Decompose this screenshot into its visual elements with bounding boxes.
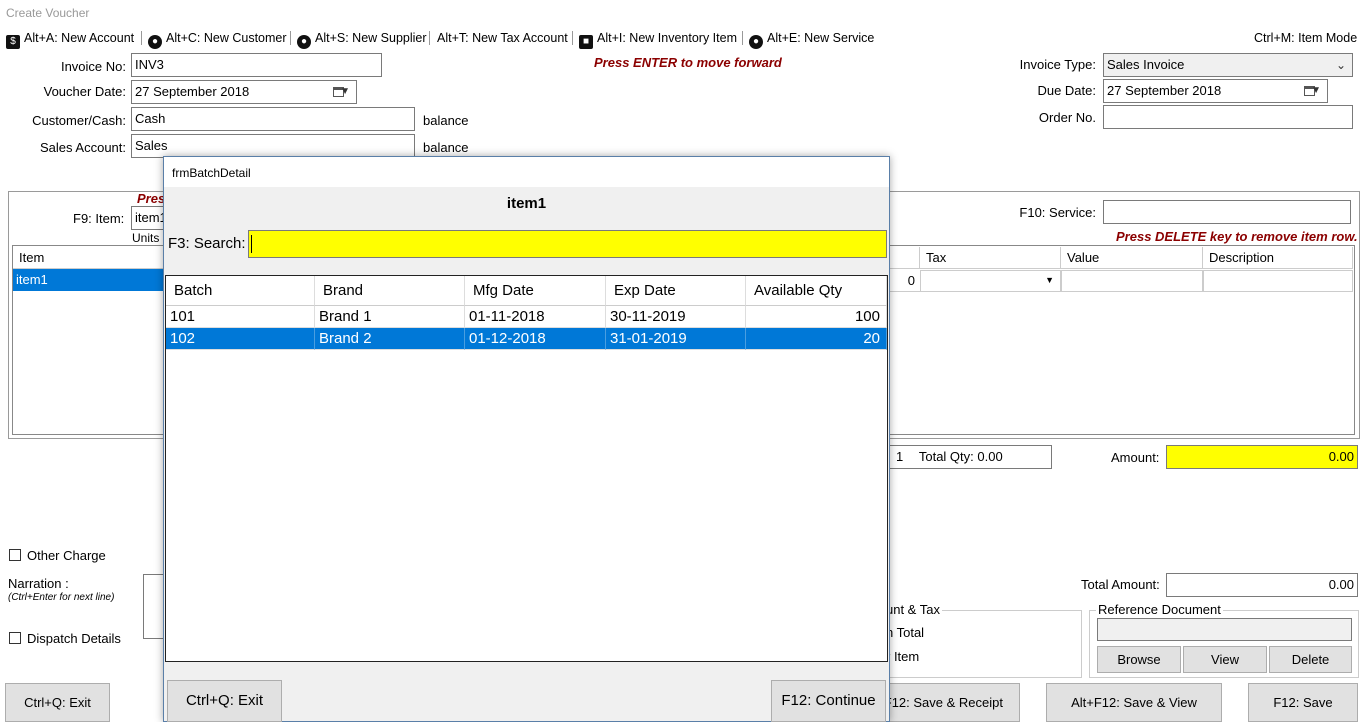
due-date-picker[interactable]: 27 September 2018 ▼ [1103,79,1328,103]
brand-cell: Brand 2 [315,328,465,350]
shortcut-bar: $ Alt+A: New Account ● Alt+C: New Customer… [0,28,1366,49]
customer-field[interactable]: Cash [131,107,415,131]
view-button[interactable]: View [1183,646,1267,673]
new-service-shortcut[interactable]: ● Alt+E: New Service [749,28,874,49]
customer-balance: balance [423,113,469,128]
qty-cell[interactable]: 0 [890,270,920,292]
enter-hint: Press ENTER to move forward [594,55,782,70]
exp-date-cell: 30-11-2019 [606,306,746,328]
chevron-down-icon: ▼ [1311,85,1321,96]
total-amount-field[interactable]: 0.00 [1166,573,1358,597]
mfg-date-cell: 01-12-2018 [465,328,606,350]
delete-hint: Press DELETE key to remove item row. [1116,229,1358,244]
dispatch-details-label: Dispatch Details [27,631,121,646]
dollar-icon: $ [6,35,20,49]
service-field[interactable] [1103,200,1351,224]
dialog-item-name: item1 [506,195,547,212]
service-label: F10: Service: [1019,205,1096,220]
sales-account-field[interactable]: Sales [131,134,415,158]
save-view-button[interactable]: Alt+F12: Save & View [1046,683,1222,722]
chevron-down-icon: ▼ [340,86,350,97]
item-mode-shortcut[interactable]: Ctrl+M: Item Mode [1254,28,1357,48]
save-receipt-button[interactable]: F12: Save & Receipt [880,683,1020,722]
invoice-type-label: Invoice Type: [1019,57,1096,72]
chevron-down-icon: ⌄ [1335,58,1346,72]
item-row-cell[interactable]: item1 [13,269,165,291]
sales-balance: balance [423,140,469,155]
qty-cell: 100 [746,306,887,328]
customer-icon: ● [148,35,162,49]
order-no-field[interactable] [1103,105,1353,129]
col-value: Value [1061,247,1203,269]
save-button[interactable]: F12: Save [1248,683,1358,722]
invoice-no-field[interactable]: INV3 [131,53,382,77]
new-tax-account-shortcut[interactable]: Alt+T: New Tax Account [437,28,568,48]
new-customer-shortcut[interactable]: ● Alt+C: New Customer [148,28,287,49]
narration-label: Narration : [8,576,69,591]
other-charge-label: Other Charge [27,548,106,563]
exp-date-cell: 31-01-2019 [606,328,746,350]
window-title: Create Voucher [0,0,1366,26]
dialog-continue-button[interactable]: F12: Continue [771,680,886,722]
sales-account-label: Sales Account: [40,140,126,155]
col-brand: Brand [315,276,465,306]
truck-icon: ■ [579,35,593,49]
total-qty-box: 1 Total Qty: 0.00 [888,445,1052,469]
supplier-icon: ● [297,35,311,49]
col-batch: Batch [166,276,315,306]
other-charge-checkbox[interactable] [9,549,21,561]
col-item: Item [13,247,165,269]
customer-label: Customer/Cash: [32,113,126,128]
value-cell[interactable] [1061,270,1203,292]
due-date-label: Due Date: [1037,83,1096,98]
chevron-down-icon: ▼ [1045,275,1054,285]
search-label: F3: Search: [168,235,246,252]
per-item-option[interactable]: r Item [886,649,919,664]
voucher-date-label: Voucher Date: [43,84,126,99]
search-input[interactable] [248,230,887,258]
new-account-shortcut[interactable]: $ Alt+A: New Account [6,28,134,49]
discount-tax-group: unt & Tax [880,602,1082,678]
batch-detail-dialog: frmBatchDetail item1 F3: Search: Batch B… [163,156,890,722]
total-amount-label: Total Amount: [1081,577,1160,592]
amount-label: Amount: [1111,450,1160,465]
tax-select[interactable]: ▼ [920,270,1061,292]
narration-hint: (Ctrl+Enter for next line) [8,592,115,603]
units-label: Units [132,231,160,245]
exit-button[interactable]: Ctrl+Q: Exit [5,683,110,722]
invoice-no-label: Invoice No: [60,59,126,74]
brand-cell: Brand 1 [315,306,465,328]
item-label: F9: Item: [73,211,125,226]
reference-document-field[interactable] [1097,618,1352,641]
delete-button[interactable]: Delete [1269,646,1352,673]
service-icon: ● [749,35,763,49]
batch-grid[interactable]: Batch Brand Mfg Date Exp Date Available … [165,275,888,662]
col-description: Description [1203,247,1353,269]
text-cursor [251,235,252,253]
description-cell[interactable] [1203,270,1353,292]
col-mfg-date: Mfg Date [465,276,606,306]
col-available-qty: Available Qty [746,276,887,306]
amount-field[interactable]: 0.00 [1166,445,1358,469]
dialog-title: frmBatchDetail [164,157,889,187]
on-total-option[interactable]: n Total [886,625,924,640]
batch-cell: 101 [166,306,315,328]
item-press-hint: Pres [137,191,166,206]
batch-cell: 102 [166,328,315,350]
new-inventory-item-shortcut[interactable]: ■ Alt+I: New Inventory Item [579,28,737,49]
new-supplier-shortcut[interactable]: ● Alt+S: New Supplier [297,28,427,49]
col-tax: Tax [920,247,1061,269]
voucher-date-picker[interactable]: 27 September 2018 ▼ [131,80,357,104]
order-no-label: Order No. [1038,110,1096,125]
dialog-exit-button[interactable]: Ctrl+Q: Exit [167,680,282,722]
dispatch-details-checkbox[interactable] [9,632,21,644]
mfg-date-cell: 01-11-2018 [465,306,606,328]
qty-cell: 20 [746,328,887,350]
col-exp-date: Exp Date [606,276,746,306]
invoice-type-select[interactable]: Sales Invoice ⌄ [1103,53,1353,77]
browse-button[interactable]: Browse [1097,646,1181,673]
